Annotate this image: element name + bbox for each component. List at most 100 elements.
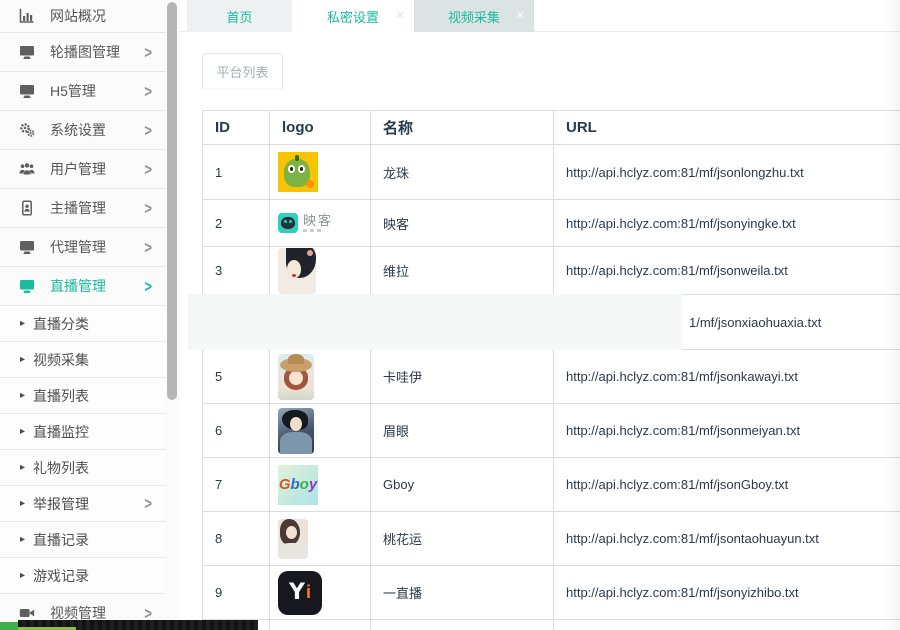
- chevron-right-icon: >: [144, 42, 152, 62]
- sidebar-subitem-report-mgmt[interactable]: ▸ 举报管理 >: [0, 486, 166, 522]
- cell-url: http://api.hclyz.com:81/mf/jsonweila.txt: [553, 246, 900, 295]
- sidebar-item-label: H5管理: [50, 83, 96, 99]
- table-row: 7 Gboy Gboy http://api.hclyz.com:81/mf/j…: [202, 457, 900, 512]
- cell-name: 映客: [370, 199, 554, 247]
- sidebar-item-label: 系统设置: [50, 122, 106, 138]
- cell-name: Gboy: [370, 457, 554, 512]
- sidebar-subitem-live-monitor[interactable]: ▸ 直播监控: [0, 414, 166, 450]
- column-header-name: 名称: [370, 110, 554, 145]
- cell-name: 桃花运: [370, 511, 554, 566]
- sidebar-subitem-game-records[interactable]: ▸ 游戏记录: [0, 558, 166, 594]
- cell-url: http://api.hclyz.com:81/mf/jsonlongzhu.t…: [553, 144, 900, 200]
- sidebar-subitem-gift-list[interactable]: ▸ 礼物列表: [0, 450, 166, 486]
- table-row-partial: [202, 619, 900, 630]
- sidebar-item-label: 轮播图管理: [50, 44, 120, 60]
- sidebar-subitem-label: 游戏记录: [33, 567, 90, 584]
- cell-name: 维拉: [370, 246, 554, 295]
- cell-id: 9: [202, 565, 270, 620]
- cell-url: http://api.hclyz.com:81/mf/jsonGboy.txt: [553, 457, 900, 512]
- column-header-id: ID: [202, 110, 270, 145]
- monitor-icon: [18, 83, 38, 99]
- cell-name: 龙珠: [370, 144, 554, 200]
- redaction-overlay: [188, 294, 682, 350]
- yingke-wordmark: 映客: [303, 213, 334, 228]
- chevron-right-icon: >: [144, 494, 152, 513]
- sidebar-subitem-label: 礼物列表: [33, 459, 90, 476]
- chevron-right-icon: >: [144, 276, 152, 296]
- bar-chart-icon: [18, 8, 38, 24]
- table-row: 3 维拉 http://api.hclyz.com:81/mf/jsonweil…: [202, 246, 900, 295]
- cell-logo: [269, 619, 371, 630]
- platform-table: ID logo 名称 URL 1 龙珠 http://api.hclyz.com…: [202, 110, 900, 630]
- sidebar-subitem-video-collect[interactable]: ▸ 视频采集: [0, 342, 166, 378]
- table-row: 1 龙珠 http://api.hclyz.com:81/mf/jsonlong…: [202, 144, 900, 200]
- chevron-right-icon: >: [144, 237, 152, 257]
- cell-logo: [269, 511, 371, 566]
- cell-id: 7: [202, 457, 270, 512]
- sidebar-item-user-mgmt[interactable]: 用户管理 >: [0, 150, 166, 189]
- admin-console: 网站概况 轮播图管理 > H5管理 > 系统设置 > 用户管理 > 主播管理 >…: [0, 0, 900, 630]
- triangle-bullet-icon: ▸: [20, 570, 26, 581]
- table-row: 2 映客 映客 http://api.hclyz.com:81/mf/jsony…: [202, 199, 900, 247]
- table-row: 6 眉眼 http://api.hclyz.com:81/mf/jsonmeiy…: [202, 403, 900, 458]
- table-row: 5 卡哇伊 http://api.hclyz.com:81/mf/jsonkaw…: [202, 349, 900, 404]
- sidebar-item-agent-mgmt[interactable]: 代理管理 >: [0, 228, 166, 267]
- cell-logo: [269, 144, 371, 200]
- main-content: 平台列表 ID logo 名称 URL 1 龙珠 http://api.hcly…: [180, 32, 900, 630]
- cell-id: 1: [202, 144, 270, 200]
- sidebar-subitem-live-records[interactable]: ▸ 直播记录: [0, 522, 166, 558]
- sidebar-scrollbar-thumb[interactable]: [167, 2, 177, 400]
- cell-id: 5: [202, 349, 270, 404]
- cell-id: 8: [202, 511, 270, 566]
- close-icon[interactable]: ×: [516, 8, 524, 22]
- sidebar-item-anchor-mgmt[interactable]: 主播管理 >: [0, 189, 166, 228]
- sidebar-item-label: 用户管理: [50, 161, 106, 177]
- table-row: 8 桃花运 http://api.hclyz.com:81/mf/jsontao…: [202, 511, 900, 566]
- sidebar-subitem-live-category[interactable]: ▸ 直播分类: [0, 306, 166, 342]
- id-card-icon: [18, 200, 38, 216]
- cell-id: 2: [202, 199, 270, 247]
- tab-label: 私密设置: [326, 9, 379, 25]
- sidebar-item-h5-mgmt[interactable]: H5管理 >: [0, 72, 166, 111]
- cell-url: http://api.hclyz.com:81/mf/jsonmeiyan.tx…: [553, 403, 900, 458]
- chevron-right-icon: >: [144, 198, 152, 218]
- cell-url: [553, 619, 900, 630]
- logo-yingke: 映客: [278, 213, 362, 233]
- cell-logo: Yi: [269, 565, 371, 620]
- top-tabbar: 首页 私密设置 × 视频采集 ×: [180, 0, 900, 32]
- cell-logo: [269, 403, 371, 458]
- cell-id: 6: [202, 403, 270, 458]
- close-icon[interactable]: ×: [396, 8, 404, 22]
- cell-url: http://api.hclyz.com:81/mf/jsontaohuayun…: [553, 511, 900, 566]
- cell-url: http://api.hclyz.com:81/mf/jsonyingke.tx…: [553, 199, 900, 247]
- sidebar-item-system-settings[interactable]: 系统设置 >: [0, 111, 166, 150]
- sidebar-item-label: 网站概况: [50, 8, 106, 24]
- tab-video-collect[interactable]: 视频采集 ×: [414, 0, 534, 32]
- monitor-icon: [18, 278, 38, 294]
- triangle-bullet-icon: ▸: [20, 426, 26, 437]
- tab-home[interactable]: 首页: [187, 0, 292, 32]
- monitor-icon: [18, 239, 38, 255]
- chevron-right-icon: >: [144, 120, 152, 140]
- sidebar-item-live-mgmt[interactable]: 直播管理 >: [0, 267, 166, 306]
- sidebar-item-site-overview[interactable]: 网站概况: [0, 0, 166, 33]
- cell-logo: Gboy: [269, 457, 371, 512]
- cell-url: http://api.hclyz.com:81/mf/jsonkawayi.tx…: [553, 349, 900, 404]
- chevron-right-icon: >: [144, 159, 152, 179]
- tab-platform-list[interactable]: 平台列表: [202, 53, 283, 89]
- logo-yizhibo-app-icon: Yi: [278, 570, 322, 615]
- sidebar-subitem-label: 直播分类: [33, 315, 90, 332]
- logo-meiyan-portrait: [278, 407, 314, 454]
- tab-label: 视频采集: [447, 9, 500, 25]
- bottom-green-artifact: [0, 622, 18, 630]
- cell-logo: [269, 349, 371, 404]
- triangle-bullet-icon: ▸: [20, 390, 26, 401]
- sidebar-subitem-label: 直播监控: [33, 423, 90, 440]
- triangle-bullet-icon: ▸: [20, 462, 26, 473]
- users-icon: [18, 161, 38, 177]
- tab-private-settings[interactable]: 私密设置 ×: [292, 0, 414, 32]
- sidebar-subitem-live-list[interactable]: ▸ 直播列表: [0, 378, 166, 414]
- cell-id: 3: [202, 246, 270, 295]
- sidebar-item-carousel-mgmt[interactable]: 轮播图管理 >: [0, 33, 166, 72]
- video-camera-icon: [18, 605, 38, 621]
